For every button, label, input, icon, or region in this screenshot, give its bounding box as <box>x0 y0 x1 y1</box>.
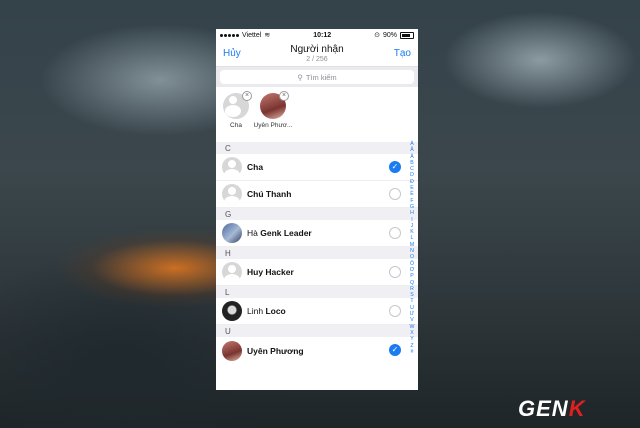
status-time: 10:12 <box>313 31 332 39</box>
search-placeholder: Tìm kiếm <box>305 72 337 82</box>
unchecked-circle-icon[interactable] <box>389 227 401 239</box>
contact-name: Uyên Phương <box>247 345 304 356</box>
index-letter[interactable]: # <box>411 349 414 355</box>
contact-row[interactable]: Hà Genk Leader <box>216 220 418 247</box>
search-input[interactable]: ⚲ Tìm kiếm <box>220 70 414 84</box>
contact-name: Chú Thanh <box>247 189 292 199</box>
nav-bar: Hủy Người nhận 2 / 256 Tạo <box>216 41 418 67</box>
selected-recipient[interactable]: × Uyên Phươ... <box>254 91 292 142</box>
avatar <box>222 223 242 243</box>
contact-row[interactable]: Uyên Phương ✓ <box>216 337 418 364</box>
contact-list: C Cha ✓ Chú Thanh G Hà Genk Leader H Huy… <box>216 142 418 364</box>
create-button[interactable]: Tạo <box>394 48 411 59</box>
contact-name: Huy Hacker <box>247 267 294 277</box>
page-title: Người nhận <box>290 44 344 55</box>
remove-icon[interactable]: × <box>279 91 289 101</box>
contact-name: Linh Loco <box>247 306 286 316</box>
wifi-icon: ≋ <box>264 32 271 39</box>
cancel-button[interactable]: Hủy <box>223 48 241 59</box>
unchecked-circle-icon[interactable] <box>389 188 401 200</box>
selected-recipient[interactable]: × Cha <box>222 91 252 142</box>
remove-icon[interactable]: × <box>242 91 252 101</box>
orientation-lock-icon: ⊙ <box>374 32 380 39</box>
avatar: × <box>260 91 289 119</box>
selected-recipient-name: Cha <box>230 122 242 129</box>
avatar <box>222 184 242 204</box>
search-icon: ⚲ <box>297 72 303 82</box>
battery-percent: 90% <box>382 31 397 39</box>
section-header: G <box>216 208 418 220</box>
search-bar: ⚲ Tìm kiếm <box>216 67 418 87</box>
section-header: U <box>216 325 418 337</box>
signal-icon <box>220 33 239 37</box>
section-header: H <box>216 247 418 259</box>
unchecked-circle-icon[interactable] <box>389 266 401 278</box>
phone-screen: Viettel ≋ 10:12 ⊙ 90% Hủy Người nhận 2 /… <box>216 29 418 390</box>
unchecked-circle-icon[interactable] <box>389 305 401 317</box>
contact-name: Hà Genk Leader <box>247 228 312 238</box>
contact-row[interactable]: Linh Loco <box>216 298 418 325</box>
checkmark-icon[interactable]: ✓ <box>389 344 401 356</box>
avatar: × <box>223 91 252 119</box>
carrier-name: Viettel <box>242 31 262 39</box>
genk-watermark: GENK <box>518 396 586 421</box>
section-header: L <box>216 286 418 298</box>
contact-name: Cha <box>247 162 264 172</box>
avatar <box>222 157 242 177</box>
contact-row[interactable]: Huy Hacker <box>216 259 418 286</box>
alphabet-index[interactable]: Á Ă Â B C D Đ E Ê F G H I J K L M N O Ô Ơ P Q R S T U Ư V W X Y Z # <box>408 141 416 355</box>
status-bar: Viettel ≋ 10:12 ⊙ 90% <box>216 29 418 41</box>
selected-recipient-name: Uyên Phươ... <box>253 122 293 129</box>
battery-icon <box>399 31 414 39</box>
avatar <box>222 301 242 321</box>
avatar <box>222 262 242 282</box>
avatar <box>222 340 242 361</box>
contact-row[interactable]: Chú Thanh <box>216 181 418 208</box>
checkmark-icon[interactable]: ✓ <box>389 161 401 173</box>
contact-row[interactable]: Cha ✓ <box>216 154 418 181</box>
selected-recipients: × Cha × Uyên Phươ... <box>216 87 418 142</box>
selected-count: 2 / 256 <box>306 56 328 63</box>
section-header: C <box>216 142 418 154</box>
